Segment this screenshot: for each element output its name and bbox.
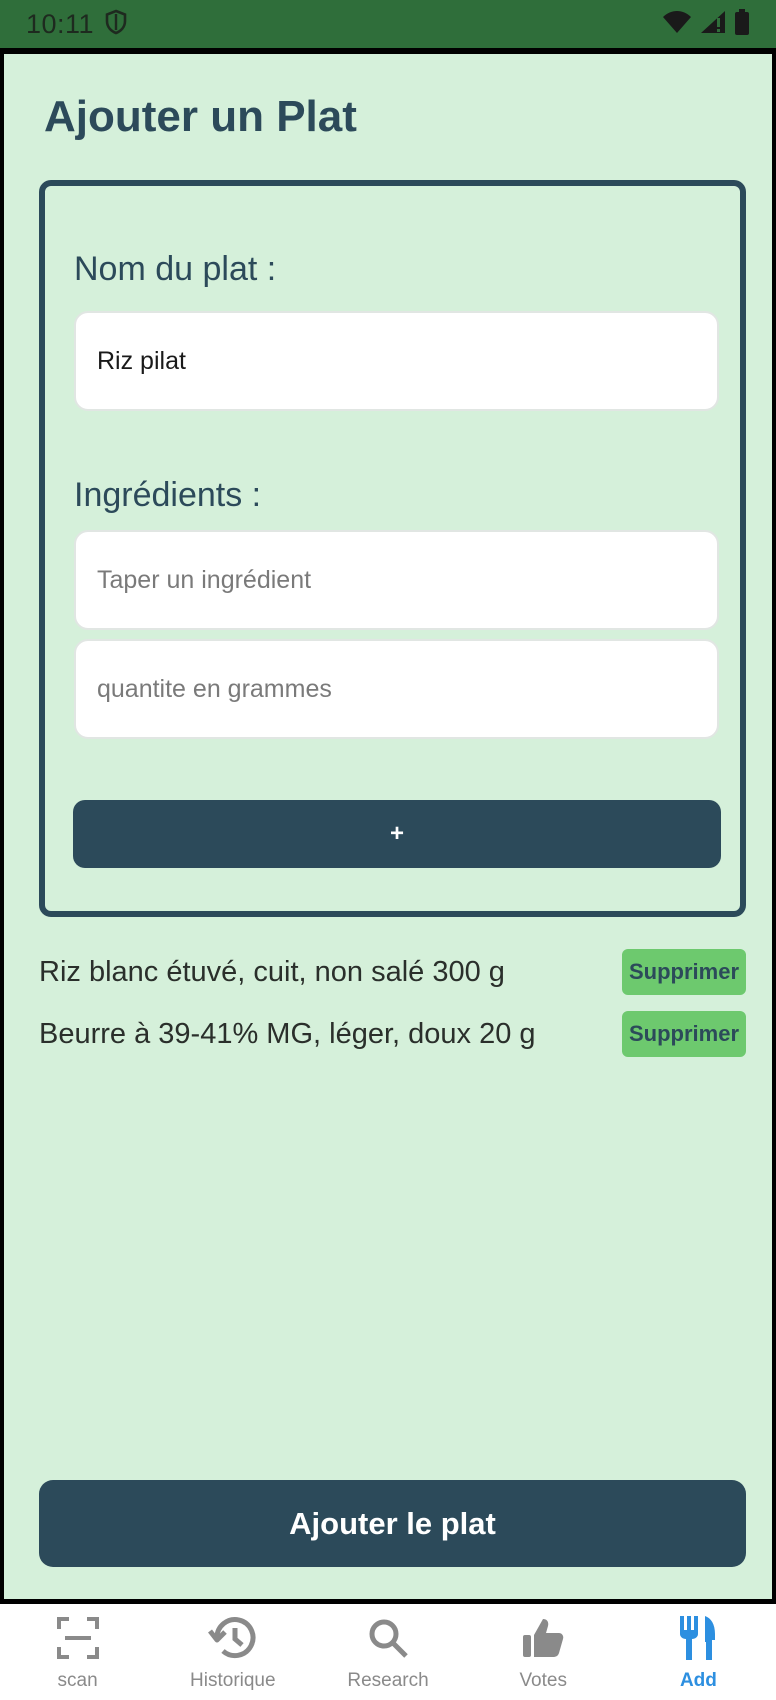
search-icon — [367, 1612, 409, 1664]
nav-item-scan[interactable]: scan — [0, 1604, 155, 1700]
app-screen: Ajouter un Plat Nom du plat : Ingrédient… — [4, 54, 772, 1599]
nav-item-votes[interactable]: Votes — [466, 1604, 621, 1700]
dish-name-input[interactable] — [74, 311, 719, 411]
scan-icon — [56, 1612, 100, 1664]
ingredient-text: Beurre à 39-41% MG, léger, doux 20 g — [39, 1017, 536, 1050]
history-icon — [207, 1612, 258, 1664]
delete-ingredient-button[interactable]: Supprimer — [622, 1011, 746, 1057]
signal-icon — [700, 10, 726, 39]
add-dish-button[interactable]: Ajouter le plat — [39, 1480, 746, 1567]
ingredient-text: Riz blanc étuvé, cuit, non salé 300 g — [39, 955, 505, 988]
wifi-icon — [662, 10, 692, 39]
nav-label-add: Add — [679, 1670, 717, 1691]
nav-label-scan: scan — [57, 1670, 98, 1691]
dish-name-label: Nom du plat : — [74, 250, 277, 288]
nav-item-research[interactable]: Research — [310, 1604, 465, 1700]
fork-knife-icon — [678, 1612, 718, 1664]
ingredient-item: Beurre à 39-41% MG, léger, doux 20 g Sup… — [39, 1011, 746, 1057]
delete-ingredient-button[interactable]: Supprimer — [622, 949, 746, 995]
page-title: Ajouter un Plat — [44, 92, 357, 141]
battery-icon — [734, 8, 750, 40]
status-left: 10:11 — [26, 9, 128, 40]
status-right — [662, 8, 750, 40]
nav-item-add[interactable]: Add — [621, 1604, 776, 1700]
quantity-input[interactable] — [74, 639, 719, 739]
nav-item-historique[interactable]: Historique — [155, 1604, 310, 1700]
status-time: 10:11 — [26, 8, 95, 39]
ingredient-item: Riz blanc étuvé, cuit, non salé 300 g Su… — [39, 949, 746, 995]
nav-label-research: Research — [347, 1670, 429, 1691]
ingredient-input[interactable] — [74, 530, 719, 630]
nav-label-votes: Votes — [519, 1670, 567, 1691]
status-bar: 10:11 — [0, 0, 776, 48]
add-dish-form: Nom du plat : Ingrédients : + — [39, 180, 746, 917]
add-ingredient-button[interactable]: + — [73, 800, 721, 868]
ingredients-label: Ingrédients : — [74, 476, 262, 514]
bottom-nav: scan Historique Research Votes Add — [0, 1604, 776, 1700]
nav-label-historique: Historique — [190, 1670, 276, 1691]
thumbs-up-icon — [521, 1612, 565, 1664]
shield-icon — [104, 9, 128, 40]
